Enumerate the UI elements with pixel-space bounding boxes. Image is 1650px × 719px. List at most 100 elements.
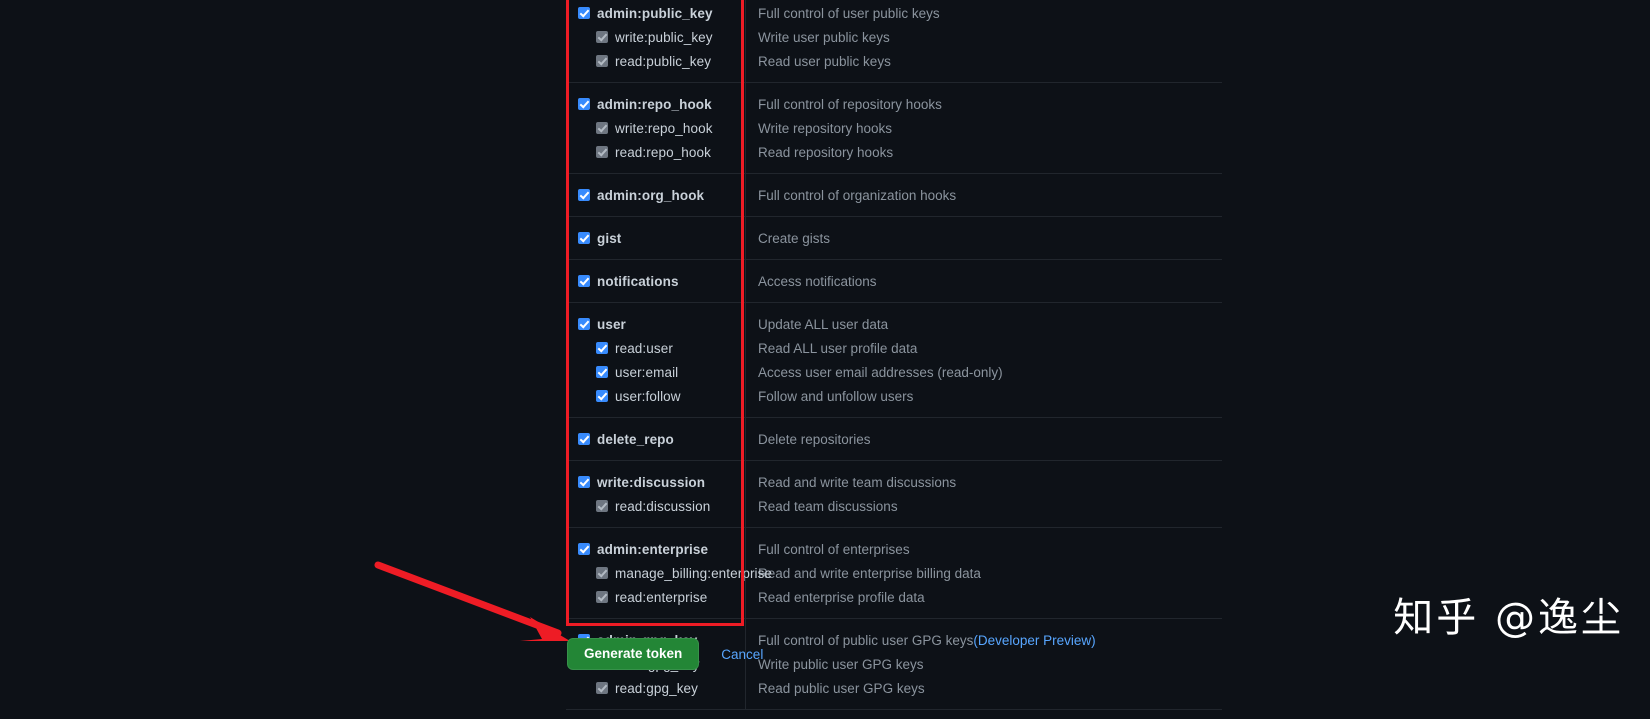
scope-group: admin:enterprise manage_billing:enterpris… bbox=[566, 528, 1222, 619]
scope-description: Full control of enterprises bbox=[758, 537, 1222, 561]
scope-label: admin:enterprise bbox=[597, 541, 709, 557]
checkbox-write:repo_hook bbox=[596, 122, 608, 134]
scope-child-row[interactable]: write:repo_hook bbox=[578, 116, 745, 140]
scope-description-text: Read enterprise profile data bbox=[758, 589, 925, 605]
scope-label: read:gpg_key bbox=[615, 680, 699, 696]
scope-child-row[interactable]: user:follow bbox=[578, 384, 745, 408]
scopes-table: admin:public_key write:public_key read:pub… bbox=[566, 0, 1222, 710]
scope-description-text: Create gists bbox=[758, 230, 831, 246]
checkbox-read:public_key bbox=[596, 55, 608, 67]
scope-parent-row[interactable]: notifications bbox=[578, 269, 745, 293]
checkbox-user:email[interactable] bbox=[596, 366, 608, 378]
scope-parent-row[interactable]: delete_repo bbox=[578, 427, 745, 451]
scope-label: write:discussion bbox=[597, 474, 706, 490]
scope-label: write:public_key bbox=[615, 29, 713, 45]
scope-parent-row[interactable]: admin:org_hook bbox=[578, 183, 745, 207]
developer-preview-link[interactable]: (Developer Preview) bbox=[973, 633, 1095, 648]
checkbox-admin:repo_hook[interactable] bbox=[578, 98, 590, 110]
scope-child-row[interactable]: user:email bbox=[578, 360, 745, 384]
checkbox-admin:enterprise[interactable] bbox=[578, 543, 590, 555]
scope-child-row[interactable]: read:enterprise bbox=[578, 585, 745, 609]
scope-description-text: Read team discussions bbox=[758, 498, 898, 514]
scope-description: Read and write team discussions bbox=[758, 470, 1222, 494]
scope-description: Access notifications bbox=[758, 269, 1222, 293]
scope-child-row[interactable]: read:repo_hook bbox=[578, 140, 745, 164]
scope-group: admin:repo_hook write:repo_hook read:repo_… bbox=[566, 83, 1222, 174]
scope-description-column: Full control of organization hooks bbox=[746, 174, 1222, 216]
scope-label: read:user bbox=[615, 340, 673, 356]
checkbox-admin:public_key[interactable] bbox=[578, 7, 590, 19]
scope-description: Write user public keys bbox=[758, 25, 1222, 49]
scope-checkbox-column: delete_repo bbox=[566, 418, 746, 460]
scope-description-text: Read ALL user profile data bbox=[758, 340, 918, 356]
scope-group: notifications Access notifications bbox=[566, 260, 1222, 303]
scope-description: Update ALL user data bbox=[758, 312, 1222, 336]
scope-description-text: Follow and unfollow users bbox=[758, 388, 914, 404]
checkbox-write:discussion[interactable] bbox=[578, 476, 590, 488]
scope-label: delete_repo bbox=[597, 431, 674, 447]
generate-token-button[interactable]: Generate token bbox=[567, 638, 700, 671]
checkbox-gist[interactable] bbox=[578, 232, 590, 244]
checkbox-read:user[interactable] bbox=[596, 342, 608, 354]
scope-parent-row[interactable]: admin:enterprise bbox=[578, 537, 745, 561]
scope-description: Create gists bbox=[758, 226, 1222, 250]
scope-child-row[interactable]: write:public_key bbox=[578, 25, 745, 49]
scope-description-text: Write public user GPG keys bbox=[758, 656, 924, 672]
checkbox-user[interactable] bbox=[578, 318, 590, 330]
scope-description-column: Full control of repository hooks Write re… bbox=[746, 83, 1222, 173]
scope-checkbox-column: gist bbox=[566, 217, 746, 259]
scope-description: Write repository hooks bbox=[758, 116, 1222, 140]
checkbox-read:enterprise bbox=[596, 591, 608, 603]
scope-description-text: Read public user GPG keys bbox=[758, 680, 925, 696]
scope-description-text: Read user public keys bbox=[758, 53, 891, 69]
scope-parent-row[interactable]: gist bbox=[578, 226, 745, 250]
checkbox-notifications[interactable] bbox=[578, 275, 590, 287]
scope-description-text: Full control of user public keys bbox=[758, 5, 940, 21]
watermark: 知乎 @逸尘 bbox=[1393, 595, 1624, 641]
scope-description: Read user public keys bbox=[758, 49, 1222, 73]
scope-child-row[interactable]: manage_billing:enterprise bbox=[578, 561, 772, 585]
scope-child-row[interactable]: read:gpg_key bbox=[578, 676, 745, 700]
scope-label: read:repo_hook bbox=[615, 144, 711, 160]
scope-group: user read:user user:email user:follow Update… bbox=[566, 303, 1222, 418]
scope-description-column: Create gists bbox=[746, 217, 1222, 259]
scope-description-column: Access notifications bbox=[746, 260, 1222, 302]
scope-label: gist bbox=[597, 230, 622, 246]
scope-parent-row[interactable]: admin:public_key bbox=[578, 1, 745, 25]
scope-child-row[interactable]: read:user bbox=[578, 336, 745, 360]
scope-child-row[interactable]: read:discussion bbox=[578, 494, 745, 518]
scope-parent-row[interactable]: admin:repo_hook bbox=[578, 92, 745, 116]
scope-checkbox-column: admin:enterprise manage_billing:enterpris… bbox=[566, 528, 772, 618]
scope-label: read:enterprise bbox=[615, 589, 708, 605]
scope-group: gist Create gists bbox=[566, 217, 1222, 260]
scope-description: Delete repositories bbox=[758, 427, 1222, 451]
checkbox-user:follow[interactable] bbox=[596, 390, 608, 402]
scope-description-text: Full control of public user GPG keys bbox=[758, 632, 974, 648]
scope-description-text: Delete repositories bbox=[758, 431, 871, 447]
scope-label: manage_billing:enterprise bbox=[615, 565, 773, 581]
scope-checkbox-column: admin:public_key write:public_key read:pub… bbox=[566, 0, 746, 82]
scope-description-text: Read and write team discussions bbox=[758, 474, 957, 490]
scope-label: read:discussion bbox=[615, 498, 711, 514]
scope-parent-row[interactable]: write:discussion bbox=[578, 470, 745, 494]
checkbox-read:discussion bbox=[596, 500, 608, 512]
scope-parent-row[interactable]: user bbox=[578, 312, 745, 336]
scope-description: Read enterprise profile data bbox=[758, 585, 1222, 609]
scope-description: Full control of user public keys bbox=[758, 1, 1222, 25]
scope-description-text: Read repository hooks bbox=[758, 144, 894, 160]
cancel-link[interactable]: Cancel bbox=[721, 647, 763, 662]
scope-description-text: Access notifications bbox=[758, 273, 877, 289]
scope-label: user bbox=[597, 316, 626, 332]
scope-description-text: Full control of organization hooks bbox=[758, 187, 957, 203]
scope-description-column: Full control of public user GPG keys (De… bbox=[746, 619, 1222, 709]
scope-description-text: Full control of enterprises bbox=[758, 541, 910, 557]
scope-description-text: Write user public keys bbox=[758, 29, 890, 45]
checkbox-admin:org_hook[interactable] bbox=[578, 189, 590, 201]
scope-group: admin:public_key write:public_key read:pub… bbox=[566, 0, 1222, 83]
scope-child-row[interactable]: read:public_key bbox=[578, 49, 745, 73]
scope-description: Full control of public user GPG keys (De… bbox=[758, 628, 1222, 652]
scope-description: Read repository hooks bbox=[758, 140, 1222, 164]
scope-description: Full control of repository hooks bbox=[758, 92, 1222, 116]
scope-description: Read public user GPG keys bbox=[758, 676, 1222, 700]
checkbox-delete_repo[interactable] bbox=[578, 433, 590, 445]
